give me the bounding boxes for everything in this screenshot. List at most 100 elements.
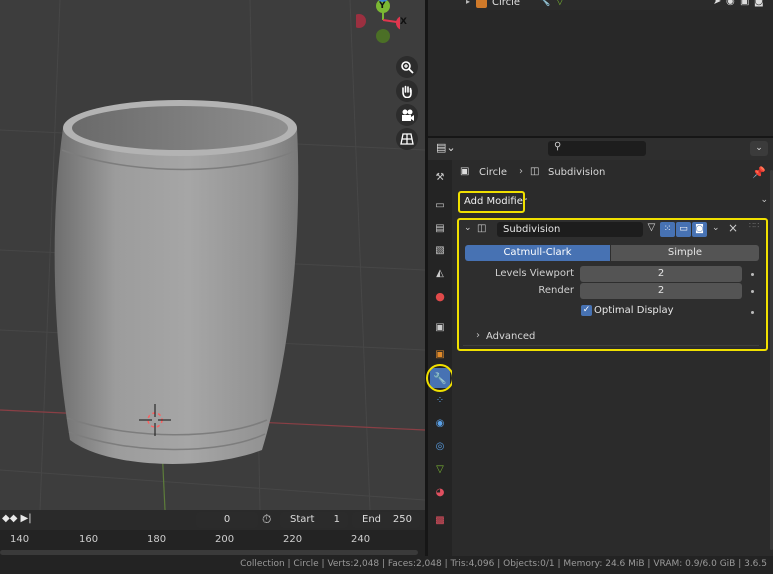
expand-arrow-icon[interactable]: ▸ [466,0,470,6]
animate-dot-icon[interactable] [751,273,754,276]
timeline-tick: 240 [351,534,371,545]
camera-icon [402,109,414,121]
properties-options-button[interactable]: ⌄ [750,141,768,156]
tab-data[interactable]: ▽ [430,459,450,479]
timeline-tick: 220 [283,534,303,545]
divider [463,345,759,346]
tool-icon: ⚒ [435,171,445,183]
add-modifier-dropdown-icon[interactable]: ⌄ [760,195,768,205]
end-value: 250 [392,514,412,525]
3d-viewport[interactable]: Y X [0,0,425,510]
tab-view-layer[interactable]: ▧ [430,240,450,260]
tab-render[interactable]: ▭ [430,195,450,215]
tab-world[interactable]: ● [430,286,450,306]
outliner-object-name[interactable]: Circle [492,0,520,8]
keyframe-nav-icon[interactable]: ◆◆ ▶| [2,513,32,524]
view-layer-icon: ▧ [435,244,445,256]
navigation-gizmo[interactable]: Y X [356,0,418,44]
edit-mode-toggle-icon[interactable]: ▽ [644,222,659,237]
breadcrumb-separator-icon: › [519,166,523,177]
tab-texture[interactable]: ▩ [430,510,450,530]
collapse-chevron-icon[interactable]: ⌄ [464,223,472,233]
render-levels-field[interactable]: 2 [580,283,742,299]
end-label: End [362,514,382,525]
perspective-toggle-button[interactable] [396,128,418,150]
visibility-icon[interactable]: ◉ [726,0,735,7]
end-frame-field[interactable]: End 250 [352,512,420,528]
breadcrumb-object: Circle [479,167,508,178]
data-icon: ▽ [436,463,444,475]
tab-collection[interactable]: ▣ [430,317,450,337]
tab-particles[interactable]: ⁘ [430,390,450,410]
object-icon: ▣ [435,348,445,360]
zoom-button[interactable] [396,56,418,78]
tab-scene[interactable]: ◭ [430,263,450,283]
status-text: Collection | Circle | Verts:2,048 | Face… [240,559,767,569]
properties-panel: ▣ Circle › ◫ Subdivision 📌 Add Modifier … [452,160,773,556]
pan-button[interactable] [396,80,418,102]
viewport-scene [0,0,425,510]
animate-dot-icon[interactable] [751,311,754,314]
outliner: ▸ Circle 🔧 ▽ ➤ ◉ ▣ ◙ [428,0,773,138]
timeline-scrollbar[interactable] [0,550,418,555]
start-frame-field[interactable]: Start 1 [280,512,348,528]
current-frame-field[interactable]: 0 [196,512,258,528]
grid-perspective-icon [400,133,414,145]
cage-toggle-icon[interactable]: ⁙ [660,222,675,237]
optimal-display-checkbox[interactable]: ✓ [581,305,592,316]
remove-modifier-icon[interactable]: × [728,221,738,235]
modifier-icon: 🔧 [538,0,551,7]
selectable-icon[interactable]: ➤ [713,0,721,7]
tab-output[interactable]: ▤ [430,218,450,238]
barrel-opening [72,106,288,150]
advanced-subpanel-header[interactable]: › Advanced [460,330,758,346]
pin-icon[interactable]: 📌 [752,166,766,179]
world-icon: ● [435,289,445,303]
particles-icon: ⁘ [435,394,445,406]
viewport-display-icon[interactable]: ▣ [740,0,749,7]
properties-tabs: ⚒ ▭ ▤ ▧ ◭ ● ▣ ▣ 🔧 ⁘ ◉ ◎ ▽ ◕ ▩ [426,160,454,556]
timeline-tick: 140 [10,534,30,545]
editor-type-icon[interactable]: ▤⌄ [436,141,456,154]
render-icon: ▭ [435,199,445,211]
drag-handle-icon[interactable]: ∷∷ [749,221,759,230]
tab-material[interactable]: ◕ [430,482,450,502]
properties-header: ▤⌄ ⚲ ⌄ [428,138,773,160]
timeline-tick: 160 [79,534,99,545]
render-display-icon[interactable]: ◙ [754,0,764,7]
catmull-clark-option[interactable]: Catmull-Clark [465,245,610,261]
material-icon: ◕ [435,486,445,498]
physics-icon: ◉ [435,417,445,429]
properties-search-input[interactable]: ⚲ [548,141,646,156]
search-icon: ⚲ [554,141,562,152]
expand-chevron-icon: › [476,330,480,341]
levels-viewport-field[interactable]: 2 [580,266,742,282]
hand-icon [402,85,412,98]
barrel-body [54,128,299,464]
gizmo-y-label: Y [379,1,386,11]
levels-viewport-label: Levels Viewport [494,268,574,279]
start-label: Start [290,514,315,525]
status-bar: Collection | Circle | Verts:2,048 | Face… [0,556,773,574]
tab-object[interactable]: ▣ [430,344,450,364]
tab-tool[interactable]: ⚒ [430,167,450,187]
render-toggle-icon[interactable]: ◙ [692,222,707,237]
timeline: ◆◆ ▶| 0 ⏱ Start 1 End 250 140 160 180 20… [0,510,425,556]
timeline-tick: 200 [215,534,235,545]
simple-option[interactable]: Simple [611,245,759,261]
gizmo-x-label: X [400,17,407,27]
animate-dot-icon[interactable] [751,290,754,293]
modifier-name-input[interactable]: Subdivision [497,222,643,237]
modifier-square-icon: ◫ [530,166,540,177]
stopwatch-icon[interactable]: ⏱ [262,512,271,527]
viewport-toggle-icon[interactable]: ▭ [676,222,691,237]
texture-icon: ▩ [435,514,445,526]
tab-physics[interactable]: ◉ [430,413,450,433]
timeline-tick: 180 [147,534,167,545]
tab-constraints[interactable]: ◎ [430,436,450,456]
camera-view-button[interactable] [396,104,418,126]
constraints-icon: ◎ [435,440,445,452]
subdivision-modifier-icon: ◫ [477,223,487,234]
collection-icon: ▣ [435,321,445,333]
modifier-menu-chevron-icon[interactable]: ⌄ [712,223,720,233]
